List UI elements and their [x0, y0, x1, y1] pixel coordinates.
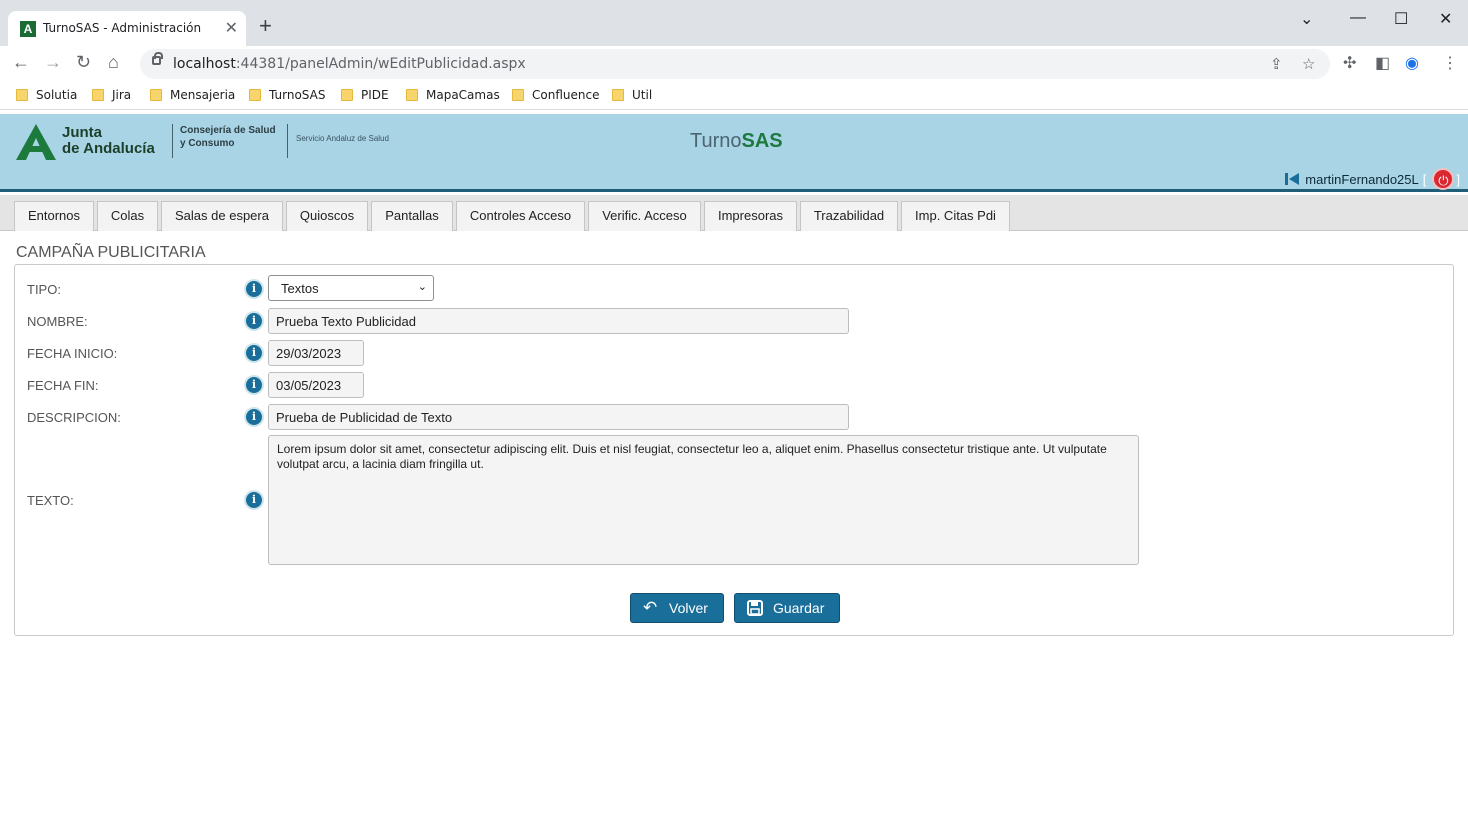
consejeria-label: Consejería de Salud y Consumo: [172, 124, 276, 158]
junta-andalucia-logo-icon: [16, 124, 56, 160]
new-tab-icon[interactable]: +: [259, 15, 272, 37]
site-header: Junta de Andalucía Consejería de Salud y…: [0, 114, 1468, 192]
tab-title: TurnoSAS - Administración: [43, 21, 202, 35]
folder-icon: [16, 89, 28, 101]
minimize-icon[interactable]: —: [1350, 9, 1366, 27]
tab-imp-citas-pdi[interactable]: Imp. Citas Pdi: [901, 201, 1010, 231]
tab-controles-acceso[interactable]: Controles Acceso: [456, 201, 585, 231]
bookmark-item[interactable]: Confluence: [512, 88, 599, 104]
texto-label: TEXTO:: [27, 493, 74, 508]
sas-label: Servicio Andaluz de Salud: [287, 124, 389, 158]
fecha-inicio-label: FECHA INICIO:: [27, 346, 118, 361]
guardar-button[interactable]: Guardar: [734, 593, 840, 623]
bracket-open: [: [1422, 171, 1427, 187]
tab-impresoras[interactable]: Impresoras: [704, 201, 797, 231]
info-icon[interactable]: i: [244, 375, 264, 395]
forward-icon[interactable]: →: [44, 52, 62, 73]
texto-textarea[interactable]: Lorem ipsum dolor sit amet, consectetur …: [268, 435, 1139, 565]
tab-entornos[interactable]: Entornos: [14, 201, 94, 231]
reload-icon[interactable]: ↻: [76, 52, 91, 73]
tab-quioscos[interactable]: Quioscos: [286, 201, 368, 231]
bookmark-item[interactable]: Jira: [92, 88, 131, 104]
junta-andalucia-wordmark: Junta de Andalucía: [62, 124, 155, 157]
tab-trazabilidad[interactable]: Trazabilidad: [800, 201, 898, 231]
menu-kebab-icon[interactable]: ⋮: [1442, 53, 1458, 73]
browser-tab[interactable]: A TurnoSAS - Administración ✕: [8, 11, 246, 46]
info-icon[interactable]: i: [244, 407, 264, 427]
bookmarks-bar: Solutia Jira Mensajeria TurnoSAS PIDE Ma…: [0, 82, 1468, 110]
floppy-disk-icon: [747, 600, 763, 616]
tab-search-chevron-icon[interactable]: ⌄: [1300, 9, 1313, 29]
undo-arrow-icon: ↶: [643, 598, 658, 617]
bookmark-item[interactable]: MapaCamas: [406, 88, 500, 104]
bookmark-item[interactable]: Solutia: [16, 88, 77, 104]
address-bar[interactable]: localhost:44381/panelAdmin/wEditPublicid…: [140, 49, 1330, 79]
descripcion-label: DESCRIPCION:: [27, 410, 121, 425]
folder-icon: [92, 89, 104, 101]
tipo-label: TIPO:: [27, 282, 61, 297]
chevron-down-icon: ⌄: [417, 281, 427, 293]
lock-icon: [152, 52, 163, 65]
fecha-inicio-input[interactable]: 29/03/2023: [268, 340, 364, 366]
tab-pantallas[interactable]: Pantallas: [371, 201, 453, 231]
bookmark-item[interactable]: TurnoSAS: [249, 88, 325, 104]
info-icon[interactable]: i: [244, 279, 264, 299]
folder-icon: [150, 89, 162, 101]
junta-favicon-icon: A: [20, 21, 36, 37]
bracket-close: ]: [1456, 171, 1460, 187]
url-text: localhost:44381/panelAdmin/wEditPublicid…: [173, 56, 526, 72]
folder-icon: [341, 89, 353, 101]
profile-avatar-icon[interactable]: ◉: [1405, 53, 1419, 73]
username: martinFernando25L: [1305, 171, 1419, 187]
folder-icon: [406, 89, 418, 101]
side-panel-icon[interactable]: ◧: [1375, 53, 1390, 73]
tab-colas[interactable]: Colas: [97, 201, 158, 231]
main-nav: Entornos Colas Salas de espera Quioscos …: [0, 195, 1468, 231]
bookmark-item[interactable]: Mensajeria: [150, 88, 235, 104]
folder-icon: [512, 89, 524, 101]
power-icon[interactable]: ⏻: [1432, 168, 1455, 190]
bookmark-item[interactable]: Util: [612, 88, 652, 104]
info-icon[interactable]: i: [244, 343, 264, 363]
close-tab-icon[interactable]: ✕: [225, 18, 238, 38]
maximize-icon[interactable]: ☐: [1394, 9, 1408, 29]
nombre-input[interactable]: Prueba Texto Publicidad: [268, 308, 849, 334]
folder-icon: [249, 89, 261, 101]
volver-button[interactable]: ↶ Volver: [630, 593, 724, 623]
nombre-label: NOMBRE:: [27, 314, 88, 329]
bookmark-star-icon[interactable]: ☆: [1302, 55, 1315, 73]
info-icon[interactable]: i: [244, 311, 264, 331]
browser-tabstrip: A TurnoSAS - Administración ✕ + ⌄ — ☐ ✕: [0, 0, 1468, 46]
tipo-select[interactable]: Textos ⌄: [268, 275, 434, 301]
folder-icon: [612, 89, 624, 101]
close-window-icon[interactable]: ✕: [1439, 9, 1452, 29]
browser-toolbar: ← → ↻ ⌂ localhost:44381/panelAdmin/wEdit…: [0, 46, 1468, 82]
tab-salas-de-espera[interactable]: Salas de espera: [161, 201, 283, 231]
extensions-puzzle-icon[interactable]: ✣: [1343, 53, 1356, 73]
user-box: martinFernando25L [ ⏻ ]: [1285, 167, 1460, 191]
fecha-fin-label: FECHA FIN:: [27, 378, 99, 393]
home-icon[interactable]: ⌂: [108, 52, 119, 73]
fecha-fin-input[interactable]: 03/05/2023: [268, 372, 364, 398]
share-icon[interactable]: ⇪: [1270, 55, 1283, 73]
turnosas-brand: TurnoSAS: [690, 130, 783, 152]
info-icon[interactable]: i: [244, 490, 264, 510]
descripcion-input[interactable]: Prueba de Publicidad de Texto: [268, 404, 849, 430]
back-icon[interactable]: ←: [12, 52, 30, 73]
tab-verific-acceso[interactable]: Verific. Acceso: [588, 201, 701, 231]
page-title: CAMPAÑA PUBLICITARIA: [16, 244, 206, 261]
user-return-icon: [1285, 173, 1300, 185]
bookmark-item[interactable]: PIDE: [341, 88, 389, 104]
